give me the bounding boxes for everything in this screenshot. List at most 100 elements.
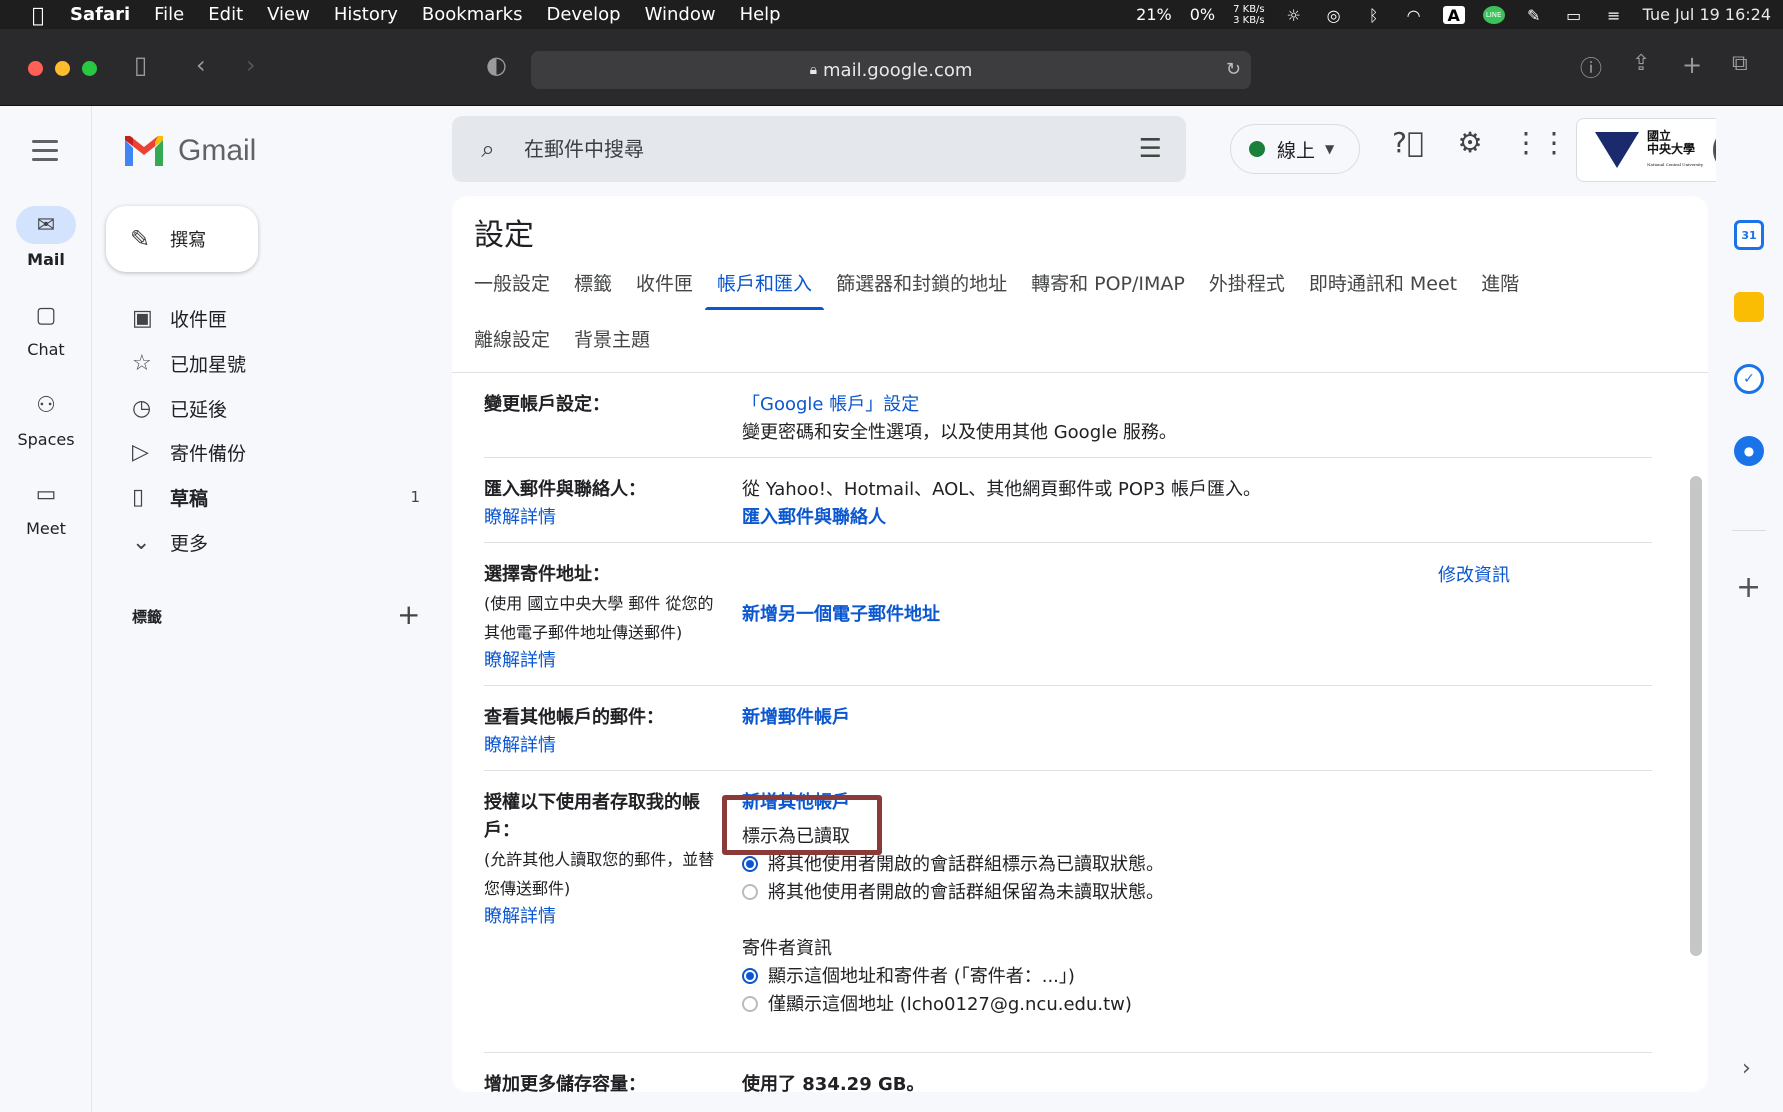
- privacy-shield-icon[interactable]: ◐: [486, 51, 507, 79]
- org-name-line2: 中央大學: [1647, 141, 1696, 156]
- radio-unchecked-icon[interactable]: [742, 884, 758, 900]
- learn-more-link[interactable]: 瞭解詳情: [484, 903, 734, 931]
- nav-item-inbox[interactable]: ▣ 收件匣: [118, 298, 438, 338]
- tab-overview-icon[interactable]: ⧉: [1732, 51, 1748, 76]
- status-selector[interactable]: 線上 ▼: [1230, 124, 1360, 174]
- cpu2-indicator[interactable]: 0%: [1190, 5, 1215, 24]
- search-icon[interactable]: ⌕: [452, 135, 524, 163]
- radio-checked-icon[interactable]: [742, 968, 758, 984]
- chevron-right-icon[interactable]: ›: [1742, 1056, 1751, 1081]
- brightness-icon[interactable]: ☼: [1283, 6, 1305, 25]
- mac-menubar:  Safari File Edit View History Bookmark…: [0, 0, 1783, 29]
- forward-icon[interactable]: ›: [246, 51, 256, 79]
- vpn-icon[interactable]: ◎: [1323, 6, 1345, 25]
- sidebar-toggle-icon[interactable]: ▯: [134, 51, 147, 79]
- calendar-icon[interactable]: 31: [1734, 220, 1764, 250]
- back-icon[interactable]: ‹: [196, 51, 206, 79]
- mark-read-option-1[interactable]: 將其他使用者開啟的會話群組標示為已讀取狀態。: [742, 851, 1602, 879]
- apple-menu-icon[interactable]: : [18, 3, 58, 27]
- control-center-icon[interactable]: ≡: [1603, 6, 1625, 25]
- tab-chat-meet[interactable]: 即時通訊和 Meet: [1297, 262, 1469, 306]
- add-mail-account-link[interactable]: 新增郵件帳戶: [742, 704, 1602, 732]
- menu-file[interactable]: File: [142, 4, 196, 25]
- nav-item-more[interactable]: ⌄ 更多: [118, 522, 438, 562]
- minimize-window-button[interactable]: [55, 61, 70, 76]
- rail-item-spaces[interactable]: ⚇ Spaces: [0, 386, 92, 450]
- tab-offline[interactable]: 離線設定: [462, 318, 562, 362]
- learn-more-link[interactable]: 瞭解詳情: [484, 732, 734, 760]
- add-email-address-link[interactable]: 新增另一個電子郵件地址: [742, 601, 1602, 629]
- tab-labels[interactable]: 標籤: [562, 262, 624, 306]
- sender-option-2[interactable]: 僅顯示這個地址 (lcho0127@g.ncu.edu.tw): [742, 991, 1602, 1019]
- edit-info-link[interactable]: 修改資訊: [1438, 561, 1510, 587]
- radio-checked-icon[interactable]: [742, 856, 758, 872]
- nav-item-snoozed[interactable]: ◷ 已延後: [118, 388, 438, 428]
- rail-item-meet[interactable]: ▭ Meet: [0, 475, 92, 539]
- nav-item-drafts[interactable]: ▯ 草稿 1: [118, 477, 438, 517]
- row-change-account: 變更帳戶設定： 「Google 帳戶」設定 變更密碼和安全性選項，以及使用其他 …: [484, 373, 1652, 458]
- line-app-icon[interactable]: LINE: [1482, 5, 1505, 24]
- rail-item-chat[interactable]: ▢ Chat: [0, 296, 92, 360]
- main-menu-icon[interactable]: [32, 140, 58, 167]
- contacts-icon[interactable]: ●: [1734, 436, 1764, 466]
- tab-filters[interactable]: 篩選器和封鎖的地址: [824, 262, 1019, 306]
- learn-more-link[interactable]: 瞭解詳情: [484, 647, 734, 675]
- menu-app-safari[interactable]: Safari: [58, 4, 142, 25]
- tab-general[interactable]: 一般設定: [462, 262, 562, 306]
- tab-accounts-import[interactable]: 帳戶和匯入: [705, 262, 825, 310]
- menu-window[interactable]: Window: [633, 4, 728, 25]
- sender-option-1[interactable]: 顯示這個地址和寄件者 (「寄件者：...」): [742, 963, 1602, 991]
- tab-themes[interactable]: 背景主題: [562, 318, 662, 362]
- close-window-button[interactable]: [28, 61, 43, 76]
- keep-icon[interactable]: [1734, 292, 1764, 322]
- get-addons-icon[interactable]: +: [1736, 570, 1761, 605]
- search-input[interactable]: [524, 137, 1084, 161]
- search-options-icon[interactable]: ☰: [1139, 134, 1162, 164]
- radio-unchecked-icon[interactable]: [742, 996, 758, 1012]
- tab-forwarding[interactable]: 轉寄和 POP/IMAP: [1019, 262, 1197, 306]
- share-icon[interactable]: ⇪: [1632, 51, 1650, 76]
- nav-item-sent[interactable]: ▷ 寄件備份: [118, 432, 438, 472]
- rail-item-mail[interactable]: ✉ Mail: [0, 206, 92, 269]
- google-account-settings-link[interactable]: 「Google 帳戶」設定: [742, 391, 1602, 419]
- wifi-icon[interactable]: ◠: [1403, 6, 1425, 25]
- scrollbar-thumb[interactable]: [1690, 476, 1702, 956]
- network-speed-indicator[interactable]: 7 KB/s 3 KB/s: [1233, 4, 1265, 26]
- reload-icon[interactable]: ↻: [1226, 59, 1241, 80]
- menu-history[interactable]: History: [322, 4, 410, 25]
- input-source-icon[interactable]: A: [1442, 5, 1465, 25]
- rail-label: Spaces: [17, 430, 75, 449]
- tab-inbox[interactable]: 收件匣: [624, 262, 705, 306]
- import-mail-contacts-link[interactable]: 匯入郵件與聯絡人: [742, 504, 1602, 532]
- nav-label: 草稿: [170, 487, 209, 510]
- menu-edit[interactable]: Edit: [196, 4, 255, 25]
- row-label: 增加更多儲存容量：: [484, 1071, 734, 1092]
- gear-icon[interactable]: ⚙: [1450, 126, 1490, 159]
- gmail-logo[interactable]: Gmail: [122, 134, 256, 168]
- add-label-icon[interactable]: +: [397, 598, 420, 631]
- nav-item-starred[interactable]: ☆ 已加星號: [118, 343, 438, 383]
- menu-bookmarks[interactable]: Bookmarks: [410, 4, 535, 25]
- address-bar[interactable]: 🔒︎ mail.google.com ↻: [531, 51, 1251, 89]
- zoom-window-button[interactable]: [82, 61, 97, 76]
- tasks-icon[interactable]: ✓: [1734, 364, 1764, 394]
- menu-develop[interactable]: Develop: [534, 4, 632, 25]
- help-icon[interactable]: ?⃝: [1388, 126, 1428, 159]
- new-tab-icon[interactable]: +: [1682, 51, 1702, 79]
- menu-view[interactable]: View: [255, 4, 322, 25]
- script-icon[interactable]: ✎: [1523, 6, 1545, 25]
- net-up-text: 7 KB/s: [1233, 3, 1265, 15]
- cpu-usage-indicator[interactable]: 21%: [1136, 5, 1172, 24]
- bluetooth-icon[interactable]: ᛒ: [1363, 6, 1385, 25]
- learn-more-link[interactable]: 瞭解詳情: [484, 504, 734, 532]
- apps-grid-icon[interactable]: ⋮⋮⋮: [1512, 126, 1596, 159]
- tab-advanced[interactable]: 進階: [1469, 262, 1531, 306]
- battery-icon[interactable]: ▭: [1563, 6, 1585, 25]
- mark-read-option-2[interactable]: 將其他使用者開啟的會話群組保留為未讀取狀態。: [742, 879, 1602, 907]
- menu-help[interactable]: Help: [728, 4, 793, 25]
- menubar-clock[interactable]: Tue Jul 19 16:24: [1643, 5, 1771, 24]
- compose-button[interactable]: ✎ 撰寫: [106, 206, 258, 272]
- info-icon[interactable]: ⓘ: [1580, 51, 1602, 83]
- change-account-label: 變更帳戶設定：: [484, 394, 610, 415]
- tab-addons[interactable]: 外掛程式: [1197, 262, 1297, 306]
